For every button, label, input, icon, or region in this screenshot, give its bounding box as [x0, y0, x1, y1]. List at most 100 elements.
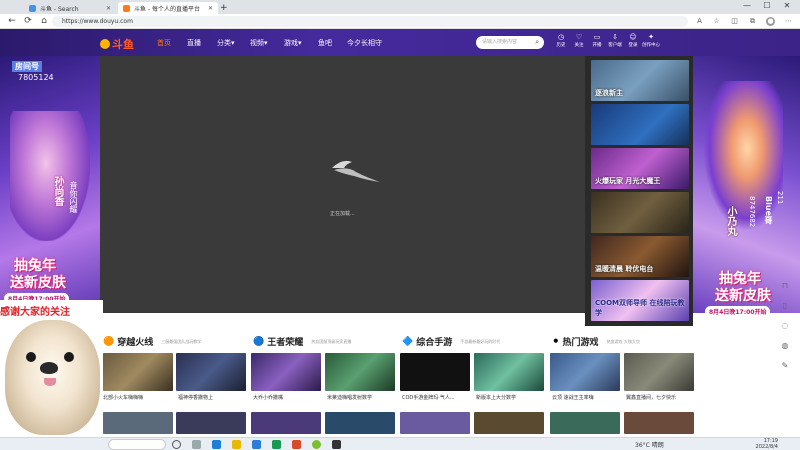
dog-eye	[26, 352, 36, 362]
back-icon[interactable]: ←	[6, 16, 18, 26]
profile-avatar[interactable]: ●	[766, 17, 775, 26]
right-promo-banner[interactable]: 小乃丸 8747682 Blue哥 211 抽兔年 送新皮肤 8月4日晚17:0…	[693, 56, 800, 317]
new-tab-button[interactable]: +	[220, 2, 232, 14]
stream-card[interactable]	[474, 353, 544, 391]
widgets-icon[interactable]	[192, 440, 201, 449]
minimize-button[interactable]: —	[740, 1, 754, 10]
home-icon[interactable]: ⌂	[38, 16, 50, 26]
category-header[interactable]: ⚫ 热门游戏 热血游戏 大咖大包	[552, 335, 640, 349]
card-title[interactable]: 翼鑫直播间，七夕快乐	[626, 394, 696, 401]
playlist-item[interactable]: 温暖清晨 聆优电台	[591, 236, 689, 277]
loading-text: 正在加载...	[330, 211, 355, 217]
stream-card[interactable]	[550, 412, 620, 434]
stream-card[interactable]	[400, 412, 470, 434]
stream-card[interactable]	[251, 353, 321, 391]
follow-button[interactable]: ♡ 关注	[569, 33, 589, 48]
weather-widget[interactable]: 36°C 晴朗	[635, 440, 664, 449]
card-title[interactable]: 北部小火车嗨嗨嗨	[103, 394, 173, 401]
gift-icon[interactable]: ⊓	[775, 277, 795, 295]
stream-card[interactable]	[325, 412, 395, 434]
category-header[interactable]: 🟠 穿越火线 三服最强团队战玩教学	[103, 335, 201, 349]
more-menu-icon[interactable]: ⋯	[784, 17, 793, 26]
maximize-button[interactable]: ☐	[760, 1, 774, 10]
browser-tab-search[interactable]: 斗鱼 - Search ✕	[24, 2, 116, 14]
client-button[interactable]: ⇩ 客户端	[605, 33, 625, 48]
favorite-icon[interactable]: ☆	[712, 17, 721, 26]
stream-card[interactable]	[176, 412, 246, 434]
nav-fishbar[interactable]: 鱼吧	[318, 38, 332, 48]
nav-category[interactable]: 分类▾	[217, 38, 235, 48]
card-title[interactable]: COD手游金牌玛·气人...	[402, 394, 472, 401]
nav-video[interactable]: 视频▾	[250, 38, 268, 48]
card-title[interactable]: 米莱迪嗨唱发射数学	[327, 394, 397, 401]
split-screen-icon[interactable]: ◫	[730, 17, 739, 26]
playlist-item[interactable]: COOM双师导师 在线陪玩教学	[591, 280, 689, 321]
nav-game[interactable]: 游戏▾	[284, 38, 302, 48]
broadcast-button[interactable]: ▭ 开播	[587, 33, 607, 48]
store-icon[interactable]	[252, 440, 261, 449]
category-header[interactable]: 🔷 综合手游 手游最新最好玩的时代	[402, 335, 500, 349]
category-kog-icon: 🔵	[253, 336, 265, 347]
card-title[interactable]: 云顶 速战王主率嗨	[552, 394, 622, 401]
edit-icon[interactable]: ✎	[775, 357, 795, 375]
card-title[interactable]: 新版本上大分数学	[476, 394, 546, 401]
stream-card[interactable]	[624, 353, 694, 391]
playlist-title: 温暖清晨 聆优电台	[595, 265, 654, 273]
nav-label: 游戏	[284, 39, 298, 47]
app-icon[interactable]	[332, 440, 341, 449]
nav-label: 分类	[217, 39, 231, 47]
taskview-icon[interactable]	[172, 440, 181, 449]
card-title[interactable]: 大乔小乔撒嘴	[253, 394, 323, 401]
login-button[interactable]: ☺ 登录	[623, 33, 643, 48]
close-tab-icon[interactable]: ✕	[208, 5, 213, 12]
playlist-item[interactable]	[591, 192, 689, 233]
feedback-icon[interactable]: ◌	[775, 317, 795, 335]
stream-card[interactable]	[550, 353, 620, 391]
nav-home[interactable]: 首页	[157, 38, 171, 48]
character-id: 8747682	[748, 196, 756, 228]
stream-card[interactable]	[624, 412, 694, 434]
history-button[interactable]: ◷ 历史	[551, 33, 571, 48]
card-title[interactable]: 福神停香撒物上	[178, 394, 248, 401]
nav-live[interactable]: 直播	[187, 38, 201, 48]
refresh-icon[interactable]: ⟳	[22, 16, 34, 26]
stream-card[interactable]	[251, 412, 321, 434]
recommend-playlist: 逐浪新主 火爆玩家 月光大魔王 温暖清晨 聆优电台 COOM双师导师 在线陪玩教…	[585, 56, 693, 326]
stream-card[interactable]	[400, 353, 470, 391]
browser-tab-douyu[interactable]: 斗鱼 - 每个人的直播平台 ✕	[118, 2, 218, 14]
edge-icon[interactable]	[212, 440, 221, 449]
bulb-icon: ✦	[648, 33, 654, 41]
playlist-item[interactable]: 逐浪新主	[591, 60, 689, 101]
left-promo-banner[interactable]: 房间号 7805124 孙尚香 音你闪耀 抽兔年 送新皮肤 8月4日晚17:00…	[0, 56, 100, 313]
creator-center-button[interactable]: ✦ 创作中心	[641, 33, 661, 48]
playlist-item[interactable]	[591, 104, 689, 145]
close-window-button[interactable]: ✕	[780, 1, 794, 10]
category-header[interactable]: 🔵 王者荣耀 热血国服顶级玩家直播	[253, 335, 351, 349]
app-icon[interactable]	[272, 440, 281, 449]
stream-card[interactable]	[103, 412, 173, 434]
creator-label: 创作中心	[642, 43, 660, 48]
nav-event[interactable]: 今夕长相守	[347, 38, 382, 48]
clock[interactable]: 17:19 2022/8/4	[748, 438, 778, 450]
category-cf-icon: 🟠	[103, 336, 115, 347]
playlist-item[interactable]: 火爆玩家 月光大魔王	[591, 148, 689, 189]
stream-card[interactable]	[103, 353, 173, 391]
taskbar-search[interactable]	[108, 439, 166, 450]
stream-card[interactable]	[325, 353, 395, 391]
stream-card[interactable]	[176, 353, 246, 391]
explorer-icon[interactable]	[232, 440, 241, 449]
video-player[interactable]: 正在加载...	[100, 56, 585, 313]
cloud-icon[interactable]: ◍	[775, 337, 795, 355]
app-icon[interactable]	[312, 440, 321, 449]
stream-card[interactable]	[474, 412, 544, 434]
collections-icon[interactable]: ⧉	[748, 17, 757, 26]
phone-icon[interactable]: ▯	[775, 297, 795, 315]
douyu-logo[interactable]: 斗鱼	[100, 36, 134, 52]
dog-tongue	[44, 378, 56, 386]
close-tab-icon[interactable]: ✕	[106, 5, 111, 12]
app-icon[interactable]	[292, 440, 301, 449]
search-icon[interactable]: ⌕	[535, 36, 539, 49]
read-aloud-icon[interactable]: A	[695, 17, 704, 26]
search-input[interactable]: 请输入搜索内容 ⌕	[476, 36, 544, 49]
address-bar[interactable]: https://www.douyu.com	[52, 16, 688, 27]
